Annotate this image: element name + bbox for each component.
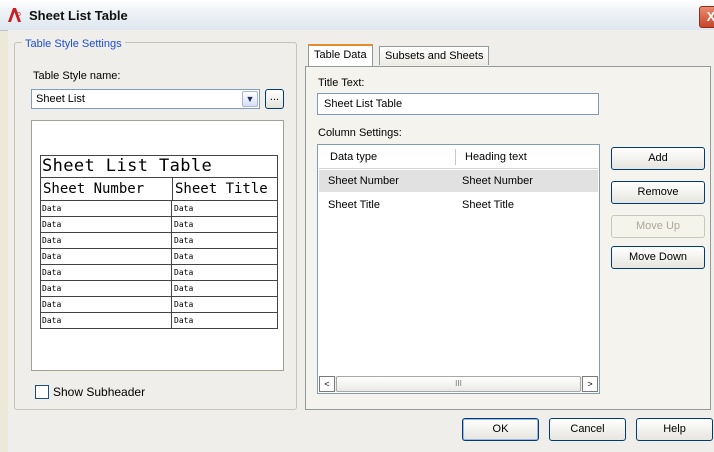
preview-cell: Data (41, 281, 172, 296)
preview-cell: Data (41, 249, 172, 264)
add-button[interactable]: Add (611, 147, 705, 170)
chevron-down-icon[interactable]: ▼ (242, 91, 258, 107)
preview-row: Data Data (41, 233, 277, 249)
title-text-value: Sheet List Table (324, 98, 403, 110)
preview-cell: Data (174, 300, 194, 309)
preview-cell: Data (41, 297, 172, 312)
preview-title: Sheet List Table (41, 156, 277, 178)
column-settings-list[interactable]: Data type Heading text Sheet Number Shee… (317, 144, 600, 394)
preview-rows: Data Data Data Data Data Data Data Data Data Data… (41, 201, 277, 328)
remove-button[interactable]: Remove (611, 181, 705, 204)
svg-text:o: o (17, 11, 21, 18)
title-text-input[interactable]: Sheet List Table (317, 93, 599, 115)
checkbox-box[interactable] (35, 385, 49, 399)
preview-header-cell: Sheet Title (175, 181, 268, 197)
preview-row: Data Data (41, 217, 277, 233)
column-header-data-type[interactable]: Data type (330, 151, 377, 163)
scroll-left-button[interactable]: < (319, 376, 335, 392)
preview-table: Sheet List Table Sheet Number Sheet Titl… (40, 155, 278, 329)
group-title: Table Style Settings (22, 38, 125, 50)
help-button[interactable]: Help (636, 418, 713, 441)
preview-cell: Data (41, 313, 172, 328)
scroll-right-button[interactable]: > (582, 376, 598, 392)
column-divider[interactable] (455, 149, 456, 165)
preview-cell: Data (41, 265, 172, 280)
list-header: Data type Heading text (319, 146, 598, 169)
preview-cell: Data (174, 220, 194, 229)
preview-cell: Data (174, 204, 194, 213)
preview-header-row: Sheet Number Sheet Title (41, 178, 277, 201)
preview-cell: Data (41, 217, 172, 232)
table-preview: Sheet List Table Sheet Number Sheet Titl… (31, 120, 284, 371)
tab-subsets-and-sheets[interactable]: Subsets and Sheets (379, 46, 490, 65)
preview-cell: Data (41, 201, 172, 216)
row-heading: Sheet Title (462, 199, 514, 211)
preview-cell: Data (174, 316, 194, 325)
preview-row: Data Data (41, 265, 277, 281)
show-subheader-label: Show Subheader (53, 385, 146, 399)
row-heading: Sheet Number (462, 175, 533, 187)
list-row[interactable]: Sheet Number Sheet Number (319, 170, 598, 192)
preview-row: Data Data (41, 297, 277, 313)
ok-button[interactable]: OK (462, 418, 539, 441)
window-title: Sheet List Table (29, 8, 128, 23)
title-text-label: Title Text: (318, 77, 365, 89)
list-row[interactable]: Sheet Title Sheet Title (319, 194, 598, 216)
preview-row: Data Data (41, 249, 277, 265)
close-button[interactable]: X (699, 6, 714, 28)
autocad-icon: o (8, 8, 21, 22)
browse-style-button[interactable]: ... (265, 89, 284, 109)
preview-row: Data Data (41, 201, 277, 217)
preview-row: Data Data (41, 313, 277, 328)
preview-cell: Data (174, 284, 194, 293)
preview-cell: Data (41, 233, 172, 248)
move-up-button[interactable]: Move Up (611, 215, 705, 238)
style-name-label: Table Style name: (33, 70, 121, 82)
scroll-thumb[interactable]: III (336, 376, 581, 392)
preview-cell: Data (174, 268, 194, 277)
show-subheader-checkbox[interactable]: Show Subheader (35, 385, 145, 399)
preview-cell: Data (174, 252, 194, 261)
move-down-button[interactable]: Move Down (611, 246, 705, 269)
title-bar[interactable]: o Sheet List Table X (0, 0, 714, 31)
preview-cell: Data (174, 236, 194, 245)
row-data-type: Sheet Number (328, 175, 399, 187)
style-name-value: Sheet List (36, 93, 85, 105)
horizontal-scrollbar[interactable]: < III > (319, 376, 598, 392)
cancel-button[interactable]: Cancel (549, 418, 626, 441)
preview-row: Data Data (41, 281, 277, 297)
row-data-type: Sheet Title (328, 199, 380, 211)
tab-table-data[interactable]: Table Data (308, 44, 373, 66)
column-settings-label: Column Settings: (318, 127, 402, 139)
preview-header-cell: Sheet Number (41, 178, 173, 200)
style-name-dropdown[interactable]: Sheet List ▼ (31, 89, 260, 109)
column-header-heading-text[interactable]: Heading text (465, 151, 527, 163)
